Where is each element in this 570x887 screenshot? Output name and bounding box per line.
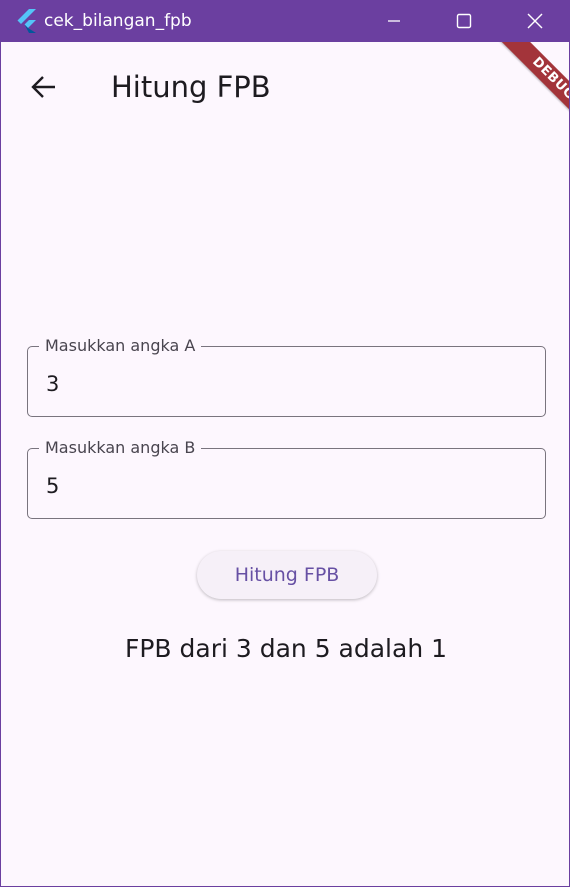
app-bar: Hitung FPB	[1, 42, 569, 132]
flutter-logo-icon	[17, 9, 36, 33]
page-title: Hitung FPB	[111, 70, 271, 104]
number-a-field[interactable]: Masukkan angka A	[27, 336, 546, 417]
number-a-input[interactable]	[46, 369, 526, 399]
close-icon	[527, 13, 543, 29]
window-titlebar[interactable]: cek_bilangan_fpb	[1, 0, 569, 42]
window-title: cek_bilangan_fpb	[44, 11, 192, 31]
hitung-fpb-button[interactable]: Hitung FPB	[197, 551, 377, 599]
number-b-label: Masukkan angka B	[39, 438, 202, 458]
minimize-button[interactable]	[359, 0, 429, 42]
number-b-input[interactable]	[46, 471, 526, 501]
number-a-label: Masukkan angka A	[39, 336, 202, 356]
maximize-icon	[456, 13, 472, 29]
minimize-icon	[388, 20, 400, 22]
arrow-back-icon	[31, 76, 55, 98]
result-text: FPB dari 3 dan 5 adalah 1	[124, 634, 448, 663]
number-b-field[interactable]: Masukkan angka B	[27, 438, 546, 519]
back-button[interactable]	[19, 62, 69, 112]
close-button[interactable]	[500, 0, 569, 42]
app-window: cek_bilangan_fpb Hitung FPB DEBUG Masukk…	[0, 0, 570, 887]
maximize-button[interactable]	[429, 0, 499, 42]
